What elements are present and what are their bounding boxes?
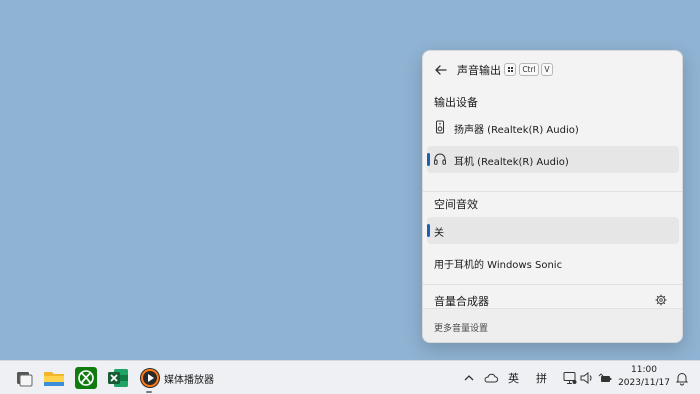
taskbar: 媒体播放器 英 拼 11:00 2023/11/17 [0, 360, 700, 394]
spatial-option-label: 关 [434, 228, 444, 239]
ctrl-key: Ctrl [519, 63, 539, 76]
speaker-icon [436, 120, 444, 134]
running-indicator [146, 391, 152, 393]
excel-icon[interactable] [106, 366, 130, 390]
spatial-option-windows-sonic[interactable]: 用于耳机的 Windows Sonic [427, 249, 679, 276]
spatial-option-label: 用于耳机的 Windows Sonic [434, 260, 563, 271]
divider [423, 191, 682, 192]
more-volume-settings-link[interactable]: 更多音量设置 [434, 321, 488, 334]
chevron-up-icon[interactable] [461, 370, 477, 386]
clock[interactable]: 11:00 2023/11/17 [618, 364, 670, 390]
flyout-footer: 更多音量设置 [423, 308, 682, 342]
file-explorer-icon[interactable] [42, 366, 66, 390]
media-player-icon[interactable] [138, 366, 162, 390]
flyout-title: 声音输出 [457, 64, 501, 77]
sound-output-flyout: 声音输出 Ctrl V 输出设备 扬声器 (Realtek(R) Audio) … [422, 50, 683, 343]
selected-indicator [427, 224, 430, 237]
volume-mixer-link[interactable]: 音量合成器 [434, 293, 489, 309]
media-player-label[interactable]: 媒体播放器 [164, 371, 214, 386]
cloud-icon[interactable] [483, 370, 499, 386]
device-label: 耳机 (Realtek(R) Audio) [454, 157, 569, 168]
output-devices-heading: 输出设备 [434, 96, 478, 109]
clock-time: 11:00 [631, 365, 657, 375]
device-speaker[interactable]: 扬声器 (Realtek(R) Audio) [427, 114, 679, 141]
bell-icon[interactable] [674, 370, 690, 386]
device-label: 扬声器 (Realtek(R) Audio) [454, 125, 579, 136]
spatial-audio-heading: 空间音效 [434, 198, 478, 211]
xbox-icon[interactable] [74, 366, 98, 390]
flyout-header: 声音输出 Ctrl V [423, 59, 682, 81]
ime-language-indicator[interactable]: 英 [508, 370, 519, 386]
battery-icon[interactable] [596, 370, 612, 386]
selected-indicator [427, 153, 430, 166]
clock-date: 2023/11/17 [618, 378, 670, 388]
task-view-icon[interactable] [12, 366, 36, 390]
back-arrow-icon[interactable] [432, 61, 450, 79]
volume-icon[interactable] [579, 370, 595, 386]
windows-key-icon [504, 63, 516, 76]
device-headphones[interactable]: 耳机 (Realtek(R) Audio) [427, 146, 679, 173]
network-icon[interactable] [562, 370, 578, 386]
divider [423, 284, 682, 285]
v-key: V [541, 63, 553, 76]
ime-mode-indicator[interactable]: 拼 [536, 370, 547, 386]
gear-icon[interactable] [655, 294, 667, 306]
spatial-option-off[interactable]: 关 [427, 217, 679, 244]
headphones-icon [434, 153, 446, 165]
